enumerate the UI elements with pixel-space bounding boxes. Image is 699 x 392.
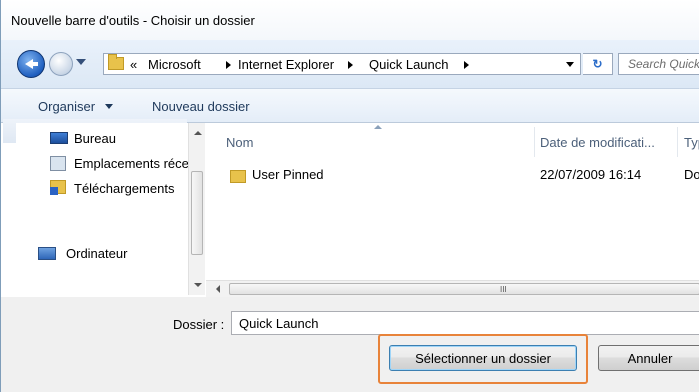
chevron-right-icon[interactable]	[348, 61, 353, 69]
command-bar: Organiser Nouveau dossier	[1, 88, 699, 123]
scroll-down-arrow-icon[interactable]	[194, 283, 202, 287]
folder-label: Dossier :	[173, 317, 225, 332]
sort-ascending-icon	[374, 125, 382, 129]
address-bar[interactable]: « Microsoft Internet Explorer Quick Laun…	[103, 53, 581, 75]
file-type: Dossier de fichiers	[684, 167, 699, 182]
desktop-icon	[50, 132, 68, 144]
breadcrumb-quick-launch[interactable]: Quick Launch	[369, 57, 449, 72]
forward-arrow-icon[interactable]	[49, 52, 73, 76]
column-header-name[interactable]: Nom	[226, 135, 253, 150]
scrollbar-thumb[interactable]: III	[229, 283, 699, 295]
address-row: « Microsoft Internet Explorer Quick Laun…	[1, 40, 699, 88]
search-placeholder: Search Quick Launch	[628, 57, 699, 71]
computer-icon	[38, 247, 56, 260]
chevron-right-icon[interactable]	[226, 61, 231, 69]
folder-name-input[interactable]	[231, 311, 699, 335]
downloads-icon	[50, 180, 66, 195]
file-list: Nom Date de modificati... Type User Pinn…	[206, 123, 699, 280]
recent-places-icon	[50, 156, 66, 171]
organize-button[interactable]: Organiser	[38, 99, 95, 114]
scroll-up-arrow-icon[interactable]	[194, 131, 202, 135]
refresh-icon[interactable]: ↻	[583, 53, 613, 75]
scroll-left-arrow-icon[interactable]	[216, 285, 220, 293]
breadcrumb-microsoft[interactable]: Microsoft	[148, 57, 201, 72]
folder-icon	[230, 170, 246, 183]
cancel-button[interactable]: Annuler	[598, 345, 699, 371]
dialog-footer: Dossier : Sélectionner un dossier Annule…	[1, 297, 699, 392]
nav-pane-scrollbar[interactable]	[188, 123, 205, 295]
title-bar: Nouvelle barre d'outils - Choisir un dos…	[1, 0, 699, 40]
file-date: 22/07/2009 16:14	[540, 167, 642, 182]
scrollbar-grip: III	[500, 285, 507, 294]
column-header-type[interactable]: Type	[684, 135, 699, 150]
chevron-right-icon[interactable]	[464, 61, 469, 69]
select-folder-button[interactable]: Sélectionner un dossier	[389, 345, 577, 371]
column-divider[interactable]	[677, 127, 678, 157]
chevron-down-icon[interactable]	[105, 104, 113, 109]
file-name: User Pinned	[252, 167, 324, 182]
breadcrumb-overflow[interactable]: «	[130, 57, 137, 72]
scrollbar-thumb[interactable]	[191, 171, 203, 255]
address-dropdown-icon[interactable]	[566, 62, 574, 67]
history-dropdown-icon[interactable]	[76, 59, 86, 65]
column-divider[interactable]	[534, 127, 535, 157]
breadcrumb-internet-explorer[interactable]: Internet Explorer	[238, 57, 334, 72]
folder-picker-dialog: Nouvelle barre d'outils - Choisir un dos…	[0, 0, 699, 392]
new-folder-button[interactable]: Nouveau dossier	[152, 99, 250, 114]
column-header-date[interactable]: Date de modificati...	[540, 135, 655, 150]
search-input[interactable]: Search Quick Launch	[618, 53, 699, 75]
navigation-pane: Bureau Emplacements récents Téléchargeme…	[16, 123, 188, 295]
file-list-horizontal-scrollbar[interactable]: III	[206, 280, 699, 297]
back-arrow-icon[interactable]	[17, 50, 45, 78]
folder-icon	[108, 54, 124, 70]
window-title: Nouvelle barre d'outils - Choisir un dos…	[11, 13, 255, 28]
